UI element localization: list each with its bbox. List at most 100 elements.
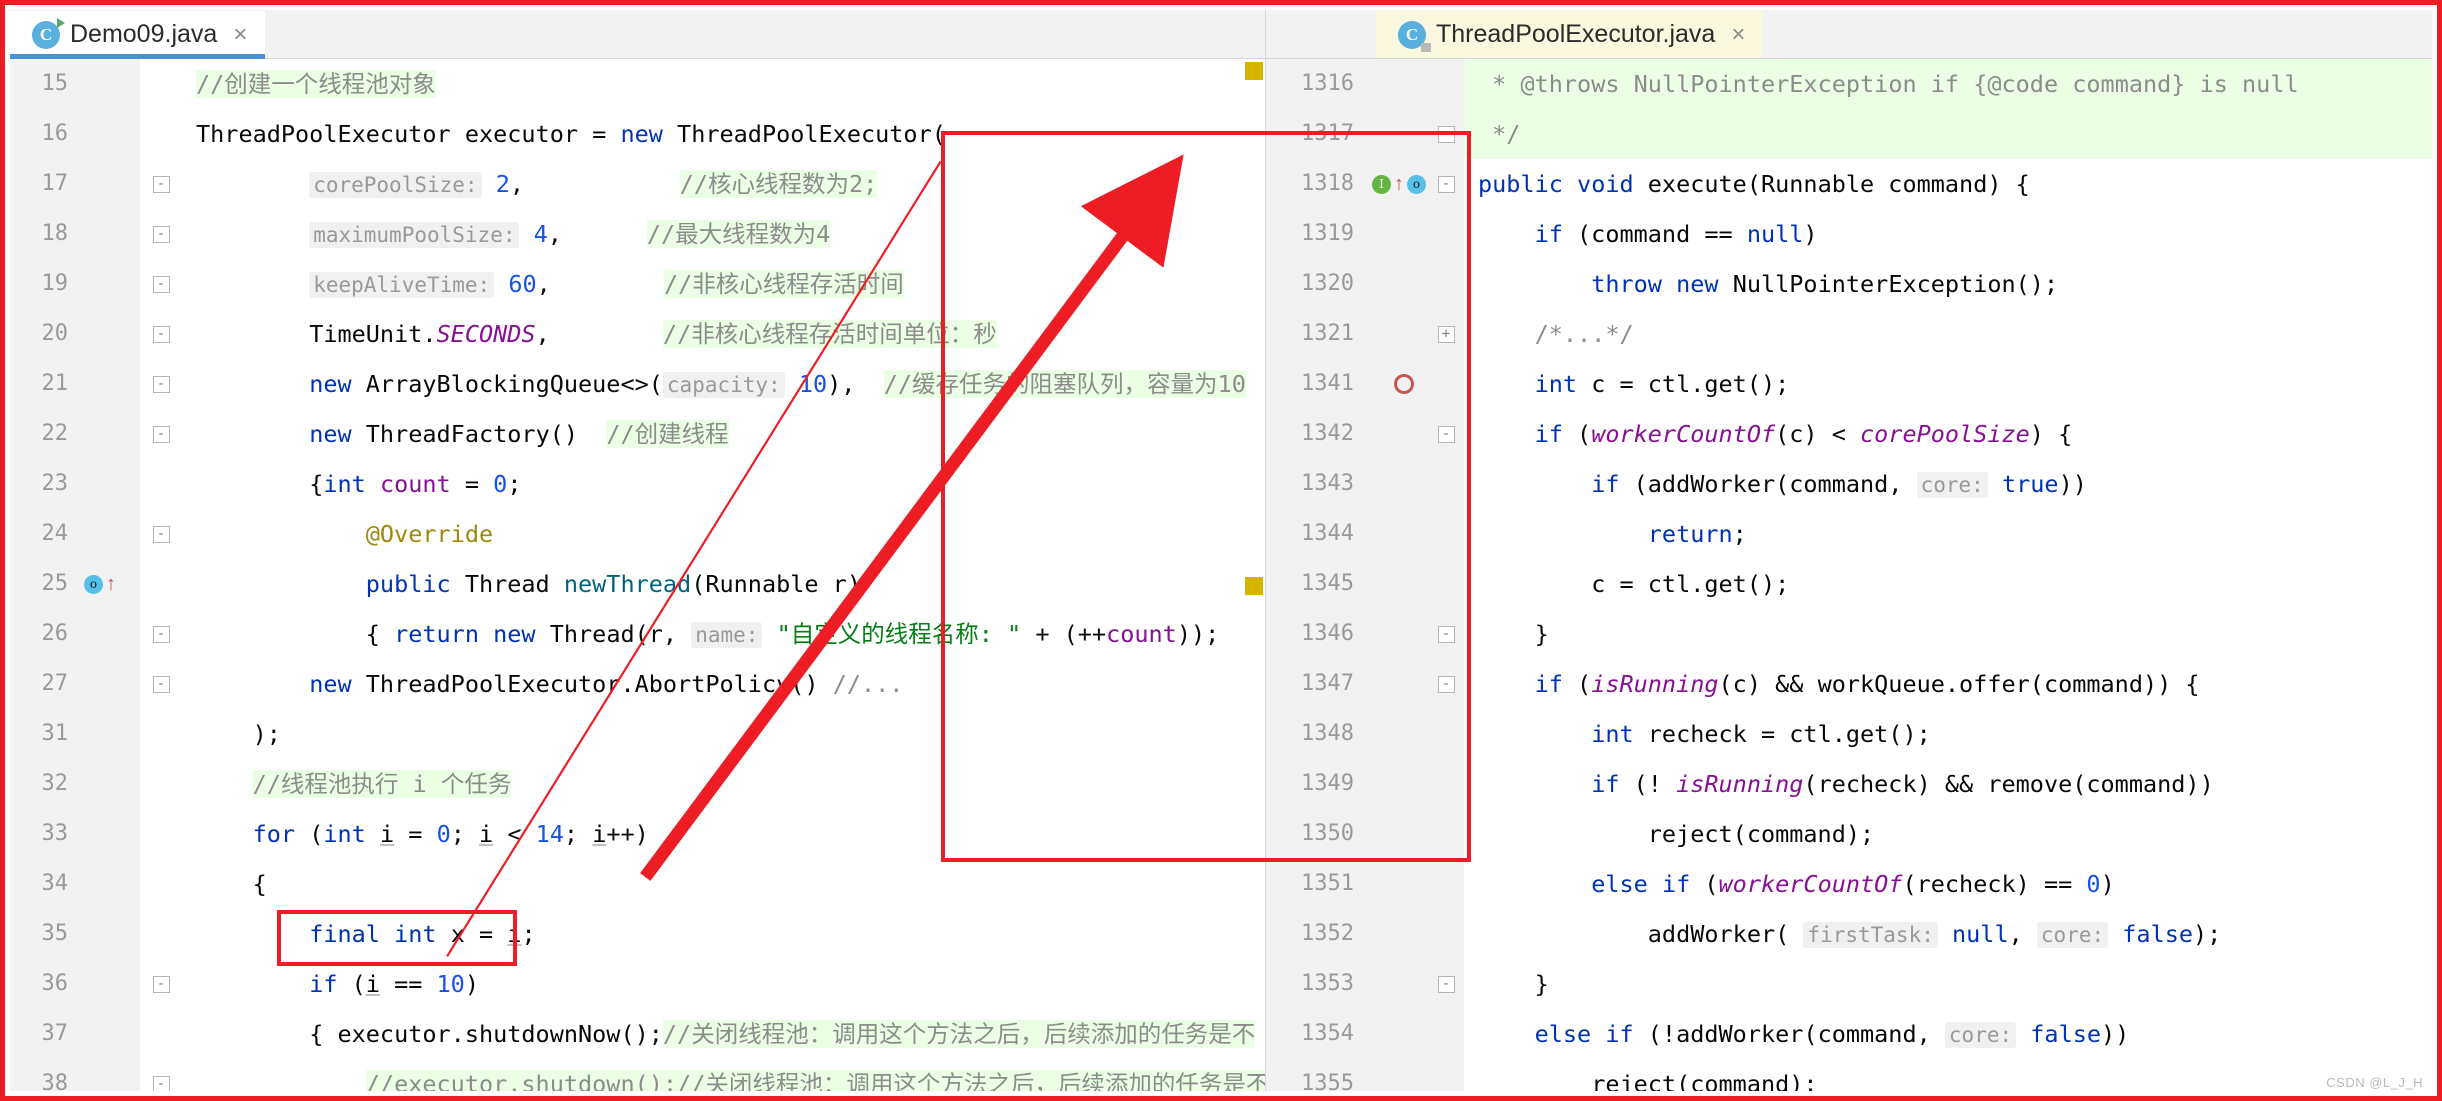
code-line[interactable]: } — [1464, 609, 2432, 659]
code-line[interactable]: { executor.shutdownNow();//关闭线程池：调用这个方法之… — [182, 1009, 1265, 1059]
code-line[interactable]: if (! isRunning(recheck) && remove(comma… — [1464, 759, 2432, 809]
gutter-marker-row[interactable] — [1366, 309, 1428, 359]
fold-marker-row[interactable]: - — [1428, 109, 1464, 159]
code-line[interactable]: new ThreadFactory() //创建线程 — [182, 409, 1265, 459]
fold-marker-row[interactable] — [1428, 559, 1464, 609]
fold-collapse-icon[interactable]: - — [1437, 175, 1455, 193]
gutter-marker-row[interactable] — [1366, 109, 1428, 159]
gutter-marker-row[interactable] — [80, 359, 140, 409]
code-line[interactable]: if (workerCountOf(c) < corePoolSize) { — [1464, 409, 2432, 459]
gutter-marker-row[interactable] — [1366, 709, 1428, 759]
fold-collapse-icon[interactable]: - — [1437, 425, 1455, 443]
fold-collapse-icon[interactable]: - — [152, 175, 170, 193]
gutter-marker-row[interactable] — [80, 1059, 140, 1091]
gutter-marker-row[interactable] — [80, 259, 140, 309]
code-line[interactable]: public Thread newThread(Runnable r) — [182, 559, 1265, 609]
gutter-marker-row[interactable] — [80, 759, 140, 809]
fold-marker-row[interactable]: - — [140, 259, 182, 309]
code-line[interactable]: c = ctl.get(); — [1464, 559, 2432, 609]
left-fold-gutter[interactable]: ------------- — [140, 59, 182, 1091]
code-line[interactable]: if (isRunning(c) && workQueue.offer(comm… — [1464, 659, 2432, 709]
gutter-marker-row[interactable] — [1366, 759, 1428, 809]
code-line[interactable]: else if (workerCountOf(recheck) == 0) — [1464, 859, 2432, 909]
gutter-marker-row[interactable] — [80, 909, 140, 959]
fold-marker-row[interactable] — [1428, 809, 1464, 859]
gutter-marker-row[interactable] — [1366, 909, 1428, 959]
gutter-marker-row[interactable] — [1366, 509, 1428, 559]
fold-marker-row[interactable] — [140, 709, 182, 759]
code-line[interactable]: final int x = i; — [182, 909, 1265, 959]
fold-marker-row[interactable] — [140, 909, 182, 959]
code-line[interactable]: //线程池执行 i 个任务 — [182, 759, 1265, 809]
fold-marker-row[interactable] — [1428, 759, 1464, 809]
gutter-marker-row[interactable] — [80, 459, 140, 509]
gutter-marker-row[interactable] — [80, 59, 140, 109]
code-line[interactable]: new ThreadPoolExecutor.AbortPolicy() //.… — [182, 659, 1265, 709]
gutter-marker-row[interactable] — [1366, 409, 1428, 459]
tab-demo09-java[interactable]: C Demo09.java × — [10, 11, 266, 59]
gutter-marker-row[interactable] — [80, 809, 140, 859]
implementing-method-icon[interactable]: o ↑ — [84, 574, 116, 594]
gutter-marker-row[interactable] — [80, 109, 140, 159]
fold-marker-row[interactable] — [1428, 459, 1464, 509]
code-line[interactable]: reject(command); — [1464, 1059, 2432, 1091]
right-code-text[interactable]: * @throws NullPointerException if {@code… — [1464, 59, 2432, 1091]
fold-marker-row[interactable] — [1428, 859, 1464, 909]
fold-marker-row[interactable]: - — [1428, 609, 1464, 659]
gutter-marker-row[interactable] — [1366, 1009, 1428, 1059]
code-line[interactable]: corePoolSize: 2, //核心线程数为2; — [182, 159, 1265, 209]
code-line[interactable]: //创建一个线程池对象 — [182, 59, 1265, 109]
fold-marker-row[interactable] — [1428, 1009, 1464, 1059]
code-line[interactable]: return; — [1464, 509, 2432, 559]
code-line[interactable]: reject(command); — [1464, 809, 2432, 859]
code-line[interactable]: maximumPoolSize: 4, //最大线程数为4 — [182, 209, 1265, 259]
code-line[interactable]: public void execute(Runnable command) { — [1464, 159, 2432, 209]
gutter-marker-row[interactable] — [80, 709, 140, 759]
code-line[interactable]: new ArrayBlockingQueue<>(capacity: 10), … — [182, 359, 1265, 409]
code-line[interactable]: if (i == 10) — [182, 959, 1265, 1009]
code-line[interactable]: * @throws NullPointerException if {@code… — [1464, 59, 2432, 109]
gutter-marker-row[interactable] — [1366, 859, 1428, 909]
fold-marker-row[interactable] — [140, 759, 182, 809]
fold-marker-row[interactable] — [1428, 509, 1464, 559]
fold-marker-row[interactable]: - — [1428, 159, 1464, 209]
fold-marker-row[interactable]: - — [1428, 659, 1464, 709]
fold-collapse-icon[interactable]: - — [152, 975, 170, 993]
fold-collapse-icon[interactable]: + — [1437, 325, 1455, 343]
code-line[interactable]: } — [1464, 959, 2432, 1009]
fold-marker-row[interactable] — [1428, 709, 1464, 759]
gutter-marker-row[interactable]: I↑o↓ — [1366, 159, 1439, 209]
fold-marker-row[interactable] — [140, 109, 182, 159]
gutter-marker-row[interactable] — [1366, 359, 1428, 409]
fold-marker-row[interactable] — [1428, 359, 1464, 409]
code-line[interactable]: ThreadPoolExecutor executor = new Thread… — [182, 109, 1265, 159]
code-line[interactable]: @Override — [182, 509, 1265, 559]
fold-marker-row[interactable] — [140, 809, 182, 859]
code-line[interactable]: { — [182, 859, 1265, 909]
code-line[interactable]: else if (!addWorker(command, core: false… — [1464, 1009, 2432, 1059]
fold-marker-row[interactable]: - — [140, 159, 182, 209]
code-line[interactable]: { return new Thread(r, name: "自定义的线程名称: … — [182, 609, 1265, 659]
gutter-marker-row[interactable] — [80, 659, 140, 709]
fold-collapse-icon[interactable]: - — [1437, 625, 1455, 643]
gutter-marker-row[interactable] — [1366, 959, 1428, 1009]
fold-collapse-icon[interactable]: - — [1437, 975, 1455, 993]
fold-marker-row[interactable]: - — [1428, 959, 1464, 1009]
code-line[interactable]: TimeUnit.SECONDS, //非核心线程存活时间单位：秒 — [182, 309, 1265, 359]
close-icon[interactable]: × — [233, 21, 247, 49]
left-editor-area[interactable]: 15 16 17 18 19 20 21 22 23 24 25 26 27 31 32 33 34 35 36 37… — [10, 59, 1265, 1091]
fold-collapse-icon[interactable]: - — [1437, 125, 1455, 143]
code-line[interactable]: int c = ctl.get(); — [1464, 359, 2432, 409]
fold-marker-row[interactable]: - — [140, 409, 182, 459]
fold-marker-row[interactable]: - — [140, 309, 182, 359]
gutter-marker-row[interactable] — [1366, 459, 1428, 509]
fold-marker-row[interactable]: - — [140, 509, 182, 559]
code-line[interactable]: if (addWorker(command, core: true)) — [1464, 459, 2432, 509]
gutter-marker-row[interactable] — [80, 1009, 140, 1059]
fold-collapse-icon[interactable]: - — [152, 225, 170, 243]
code-line[interactable]: for (int i = 0; i < 14; i++) — [182, 809, 1265, 859]
gutter-marker-row[interactable] — [1366, 259, 1428, 309]
gutter-marker-row[interactable] — [80, 209, 140, 259]
code-line[interactable]: //executor.shutdown();//关闭线程池：调用这个方法之后，后… — [182, 1059, 1265, 1091]
fold-collapse-icon[interactable]: - — [152, 325, 170, 343]
